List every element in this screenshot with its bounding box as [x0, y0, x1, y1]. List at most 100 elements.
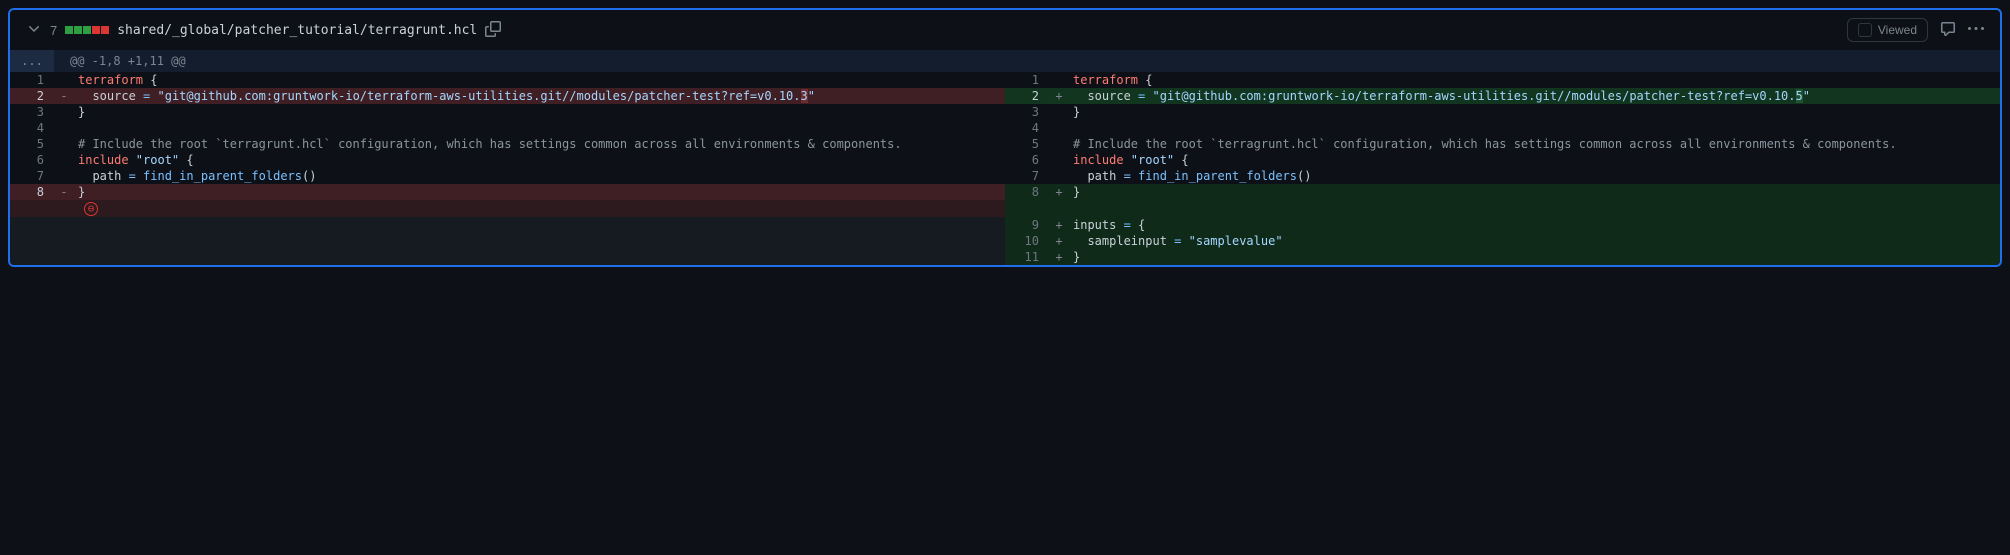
line-marker	[1049, 168, 1069, 184]
diff-row[interactable]: 44	[10, 120, 2000, 136]
line-number[interactable]: 9	[1005, 217, 1049, 233]
line-marker	[54, 104, 74, 120]
viewed-checkbox-icon	[1858, 23, 1872, 37]
diff-row[interactable]: 2- source = "git@github.com:gruntwork-io…	[10, 88, 2000, 104]
diffstat-del-block	[101, 26, 109, 34]
diff-row[interactable]: 7 path = find_in_parent_folders()7 path …	[10, 168, 2000, 184]
line-marker	[54, 72, 74, 88]
diff-row[interactable]: 11+}	[10, 249, 2000, 265]
line-number[interactable]: 1	[10, 72, 54, 88]
line-number[interactable]: 1	[1005, 72, 1049, 88]
kebab-icon[interactable]	[1968, 21, 1984, 40]
line-code[interactable]: source = "git@github.com:gruntwork-io/te…	[74, 88, 1005, 104]
line-marker	[54, 200, 74, 217]
hunk-info: @@ -1,8 +1,11 @@	[54, 50, 202, 72]
line-marker	[1049, 200, 1069, 217]
comment-icon[interactable]	[1940, 21, 1956, 40]
line-code[interactable]: path = find_in_parent_folders()	[1069, 168, 2000, 184]
line-marker: +	[1049, 249, 1069, 265]
diff-row[interactable]: 1terraform {1terraform {	[10, 72, 2000, 88]
line-marker	[54, 249, 74, 265]
line-code[interactable]: }	[1069, 249, 2000, 265]
line-number[interactable]: 2	[1005, 88, 1049, 104]
line-code[interactable]	[74, 233, 1005, 249]
line-number[interactable]: 4	[10, 120, 54, 136]
file-path[interactable]: shared/_global/patcher_tutorial/terragru…	[117, 23, 477, 38]
line-marker	[54, 152, 74, 168]
change-count: 7	[50, 23, 57, 38]
file-header-right: Viewed	[1847, 18, 1984, 42]
hunk-header: ... @@ -1,8 +1,11 @@	[10, 50, 2000, 72]
viewed-toggle[interactable]: Viewed	[1847, 18, 1928, 42]
line-code[interactable]	[74, 120, 1005, 136]
diffstat	[65, 26, 109, 34]
line-code[interactable]: source = "git@github.com:gruntwork-io/te…	[1069, 88, 2000, 104]
diffstat-add-block	[74, 26, 82, 34]
line-number[interactable]: 8	[1005, 184, 1049, 200]
line-code[interactable]	[74, 249, 1005, 265]
line-number[interactable]: 5	[10, 136, 54, 152]
line-code[interactable]: terraform {	[1069, 72, 2000, 88]
line-number[interactable]: 3	[1005, 104, 1049, 120]
line-code[interactable]: path = find_in_parent_folders()	[74, 168, 1005, 184]
line-number[interactable]	[1005, 200, 1049, 217]
line-code[interactable]: }	[74, 104, 1005, 120]
line-code[interactable]: }	[74, 184, 1005, 200]
line-code[interactable]: inputs = {	[1069, 217, 2000, 233]
line-marker: -	[54, 184, 74, 200]
line-number[interactable]: 11	[1005, 249, 1049, 265]
line-number[interactable]: 4	[1005, 120, 1049, 136]
line-marker	[54, 168, 74, 184]
diff-row[interactable]: 6include "root" {6include "root" {	[10, 152, 2000, 168]
line-marker: +	[1049, 217, 1069, 233]
line-marker: +	[1049, 233, 1069, 249]
line-marker	[54, 233, 74, 249]
line-marker	[1049, 152, 1069, 168]
line-marker	[54, 120, 74, 136]
line-code[interactable]: include "root" {	[74, 152, 1005, 168]
line-number[interactable]	[10, 249, 54, 265]
line-marker	[54, 217, 74, 233]
line-code[interactable]: # Include the root `terragrunt.hcl` conf…	[74, 136, 1005, 152]
line-code[interactable]: include "root" {	[1069, 152, 2000, 168]
line-code[interactable]: # Include the root `terragrunt.hcl` conf…	[1069, 136, 2000, 152]
line-marker	[1049, 104, 1069, 120]
diff-row[interactable]: 8-}8+}	[10, 184, 2000, 200]
line-number[interactable]: 3	[10, 104, 54, 120]
line-marker: -	[54, 88, 74, 104]
diffstat-add-block	[65, 26, 73, 34]
line-code[interactable]: terraform {	[74, 72, 1005, 88]
line-marker	[54, 136, 74, 152]
diff-file-container: 7 shared/_global/patcher_tutorial/terrag…	[8, 8, 2002, 267]
line-number[interactable]	[10, 200, 54, 217]
line-number[interactable]: 10	[1005, 233, 1049, 249]
line-code[interactable]: }	[1069, 184, 2000, 200]
line-code[interactable]	[1069, 120, 2000, 136]
line-number[interactable]: 6	[1005, 152, 1049, 168]
line-marker	[1049, 120, 1069, 136]
line-number[interactable]: 7	[10, 168, 54, 184]
diffstat-add-block	[83, 26, 91, 34]
diff-row[interactable]: 9+inputs = {	[10, 217, 2000, 233]
diff-row[interactable]: 3}3}	[10, 104, 2000, 120]
line-code[interactable]	[1069, 200, 2000, 217]
diff-row[interactable]: 10+ sampleinput = "samplevalue"	[10, 233, 2000, 249]
diff-row[interactable]: ⊖	[10, 200, 2000, 217]
line-number[interactable]: 6	[10, 152, 54, 168]
line-number[interactable]	[10, 233, 54, 249]
line-number[interactable]	[10, 217, 54, 233]
line-code[interactable]: ⊖	[74, 200, 1005, 217]
file-header-left: 7 shared/_global/patcher_tutorial/terrag…	[26, 21, 501, 40]
chevron-down-icon[interactable]	[26, 21, 42, 40]
line-number[interactable]: 7	[1005, 168, 1049, 184]
hunk-expand-button[interactable]: ...	[10, 50, 54, 72]
line-number[interactable]: 8	[10, 184, 54, 200]
no-newline-icon: ⊖	[84, 202, 98, 216]
line-number[interactable]: 5	[1005, 136, 1049, 152]
diff-row[interactable]: 5# Include the root `terragrunt.hcl` con…	[10, 136, 2000, 152]
line-code[interactable]: sampleinput = "samplevalue"	[1069, 233, 2000, 249]
line-number[interactable]: 2	[10, 88, 54, 104]
line-code[interactable]: }	[1069, 104, 2000, 120]
line-code[interactable]	[74, 217, 1005, 233]
copy-icon[interactable]	[485, 21, 501, 40]
